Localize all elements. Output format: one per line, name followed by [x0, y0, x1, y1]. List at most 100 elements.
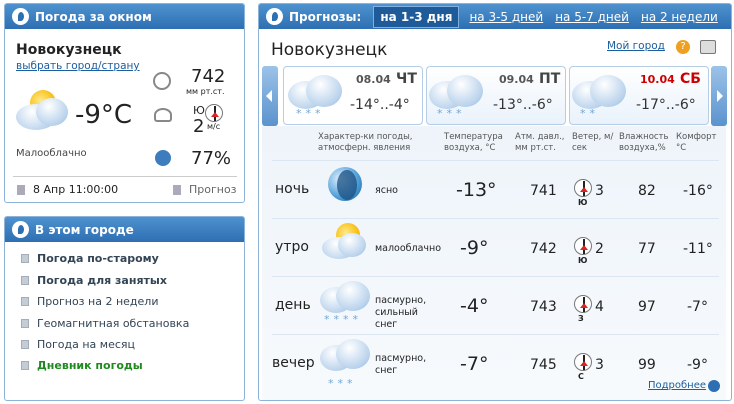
day-tab-thu[interactable]: *** 08.04 ЧТ -14°..-4°: [283, 66, 423, 125]
row-temp: -13°: [456, 179, 497, 201]
day-temps: -17°..-6°: [636, 97, 696, 113]
row-humidity: 77: [638, 241, 656, 257]
forecast-header-label: Прогнозы:: [289, 9, 362, 24]
my-city-link[interactable]: Мой город: [607, 40, 665, 52]
row-humidity: 97: [638, 299, 656, 315]
city-link-busy[interactable]: Погода для занятых: [21, 274, 167, 287]
day-date: 09.04: [499, 73, 534, 86]
city-link-label[interactable]: Геомагнитная обстановка: [37, 317, 189, 330]
row-comfort: -9°: [687, 357, 708, 373]
calendar-icon: [17, 185, 25, 195]
panel-title: В этом городе: [35, 222, 134, 237]
divider: [13, 176, 237, 177]
table-row-night: ночь ясно -13° 741 Ю 3 82 -16°: [272, 160, 719, 217]
partly-cloudy-icon: [16, 88, 72, 132]
day-tab-sat[interactable]: ** 10.04 СБ -17°..-6°: [569, 66, 709, 125]
col-header-comfort: Комфорт °С: [676, 132, 717, 153]
row-desc: пасмурно, снег: [375, 353, 427, 376]
city-link-diary[interactable]: Дневник погоды: [21, 359, 143, 372]
current-datetime: 8 Апр 11:00:00: [33, 183, 119, 196]
pressure-value: 742: [191, 66, 226, 87]
print-icon[interactable]: [700, 40, 716, 54]
row-pressure: 745: [530, 357, 557, 373]
row-comfort: -11°: [683, 241, 713, 257]
col-header-wind: Ветер, м/сек: [572, 132, 614, 153]
row-pressure: 743: [530, 299, 557, 315]
tab-1-3-days[interactable]: на 1-3 дня: [373, 5, 460, 28]
city-link-geomagnetic[interactable]: Геомагнитная обстановка: [21, 317, 189, 330]
city-link-label[interactable]: Дневник погоды: [37, 359, 143, 372]
carousel-next-button[interactable]: [711, 66, 727, 126]
snow-cloud-icon: ***: [288, 73, 344, 121]
help-icon[interactable]: ?: [676, 40, 690, 54]
pressure-unit: мм рт.ст.: [186, 87, 225, 96]
row-temp: -9°: [460, 237, 489, 259]
row-temp: -4°: [460, 295, 489, 317]
arrow-right-icon: [717, 90, 723, 102]
day-date: 08.04: [356, 73, 391, 86]
row-humidity: 82: [638, 183, 656, 199]
row-wind-dir: С: [578, 372, 584, 381]
day-date: 10.04: [640, 73, 675, 86]
wind-compass-icon: [574, 353, 592, 371]
row-period: вечер: [272, 355, 315, 371]
row-period: ночь: [275, 181, 310, 197]
row-comfort: -16°: [683, 183, 713, 199]
condition-text: Малооблачно: [16, 148, 87, 159]
site-logo-icon: [266, 8, 283, 25]
site-logo-icon: [12, 8, 29, 25]
wind-compass-icon: [574, 237, 592, 255]
row-wind: 3: [595, 183, 604, 199]
row-humidity: 99: [638, 357, 656, 373]
bullet-icon: [21, 319, 29, 328]
panel-title: Погода за окном: [35, 9, 152, 24]
city-link-label[interactable]: Погода по-старому: [37, 252, 159, 265]
current-temperature: -9°C: [75, 100, 133, 130]
row-desc: пасмурно, сильный снег: [375, 295, 427, 330]
table-row-morning: утро малооблачно -9° 742 Ю 2 77 -11°: [272, 218, 719, 275]
city-link-month[interactable]: Погода на месяц: [21, 338, 135, 351]
snow-cloud-icon: ***: [320, 337, 374, 391]
day-weekday: ПТ: [539, 71, 561, 87]
bullet-icon: [21, 297, 29, 306]
snow-cloud-icon: ***: [429, 73, 485, 121]
row-wind: 4: [595, 299, 604, 315]
col-header-char: Характер-ки погоды, атмосферн. явления: [318, 132, 413, 153]
day-temps: -14°..-4°: [350, 97, 410, 113]
city-link-old-style[interactable]: Погода по-старому: [21, 252, 159, 265]
col-header-press: Атм. давл., мм рт.ст.: [515, 132, 565, 153]
arrow-right-circle-icon[interactable]: [708, 380, 720, 392]
snow-cloud-icon: ****: [320, 279, 374, 333]
tab-3-5-days[interactable]: на 3-5 дней: [469, 10, 543, 24]
city-link-label[interactable]: Погода на месяц: [37, 338, 135, 351]
day-temps: -13°..-6°: [493, 97, 553, 113]
forecast-link[interactable]: Прогноз: [189, 183, 237, 196]
day-weekday: ЧТ: [396, 71, 417, 87]
wind-value: 2: [193, 116, 205, 137]
city-links-panel: В этом городе Погода по-старому Погода д…: [4, 216, 245, 401]
choose-city-link[interactable]: выбрать город/страну: [16, 60, 140, 72]
city-link-label[interactable]: Погода для занятых: [37, 274, 167, 287]
tab-5-7-days[interactable]: на 5-7 дней: [555, 10, 629, 24]
day-weekday: СБ: [680, 71, 701, 87]
row-comfort: -7°: [687, 299, 708, 315]
col-header-hum: Влажность воздуха,%: [619, 132, 669, 153]
row-wind-dir: Ю: [578, 198, 588, 207]
tab-2-weeks[interactable]: на 2 недели: [641, 10, 718, 24]
wind-icon: [154, 108, 172, 122]
city-link-label[interactable]: Прогноз на 2 недели: [37, 295, 158, 308]
bullet-icon: [21, 276, 29, 285]
humidity-value: 77%: [191, 148, 232, 169]
row-period: день: [275, 297, 311, 313]
bullet-icon: [21, 254, 29, 263]
site-logo-icon: [12, 221, 29, 238]
row-desc: ясно: [375, 185, 398, 196]
carousel-prev-button[interactable]: [262, 66, 278, 126]
moon-icon: [328, 167, 362, 201]
wind-unit: м/с: [207, 122, 221, 131]
day-tab-fri[interactable]: *** 09.04 ПТ -13°..-6°: [426, 66, 566, 125]
partly-cloudy-icon: [322, 223, 372, 263]
city-link-two-weeks[interactable]: Прогноз на 2 недели: [21, 295, 158, 308]
row-pressure: 742: [530, 241, 557, 257]
more-details-link[interactable]: Подробнее: [648, 380, 706, 391]
